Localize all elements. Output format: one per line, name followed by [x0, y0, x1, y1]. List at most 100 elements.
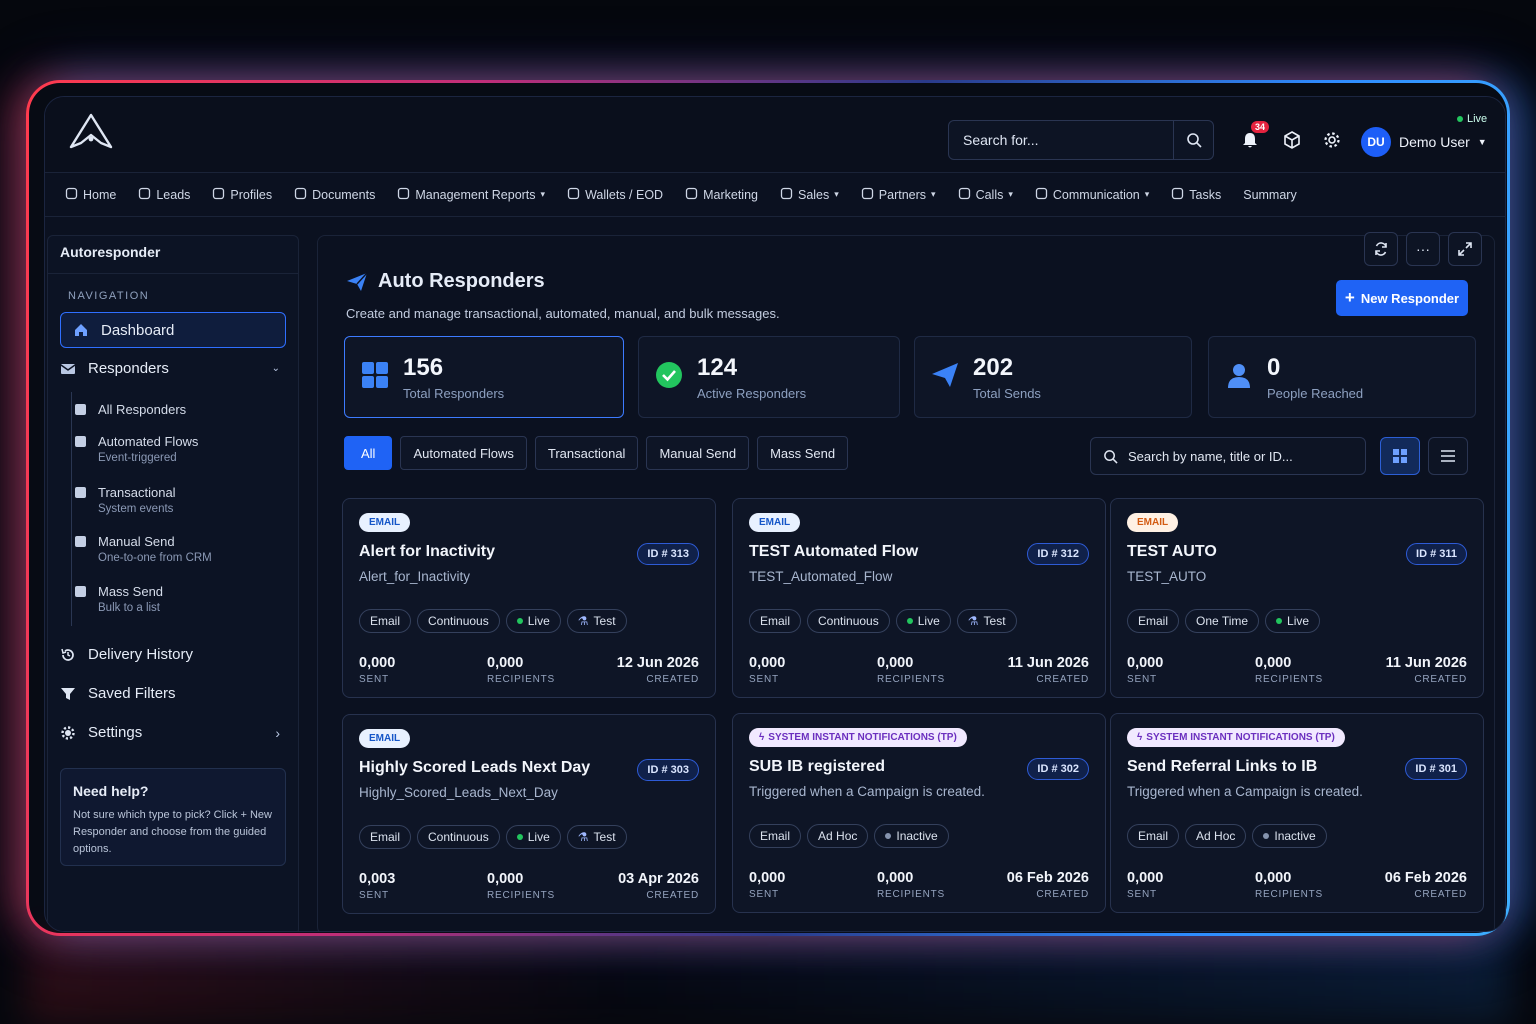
sidebar-sub-item-transactional[interactable]: Transactional System events — [75, 485, 176, 515]
global-search-input[interactable] — [949, 132, 1173, 148]
metric-value: 0,000 — [749, 655, 786, 671]
refresh-button[interactable] — [1364, 232, 1398, 266]
sidebar-sub-item-all-responders[interactable]: All Responders — [75, 402, 186, 417]
nav-item-calls[interactable]: Calls ▾ — [958, 187, 1013, 203]
tab-transactional[interactable]: Transactional — [534, 436, 639, 470]
metric-value: 11 Jun 2026 — [1385, 655, 1467, 671]
card-subtitle: Alert_for_Inactivity — [359, 569, 471, 584]
responder-card[interactable]: EMAIL ID # 303 Highly Scored Leads Next Da… — [342, 714, 716, 914]
sidebar-sub-label: Mass Send — [98, 584, 164, 599]
responder-card[interactable]: EMAIL ID # 311 TEST AUTO TEST_AUTO Email One … — [1110, 498, 1484, 698]
history-icon — [61, 648, 74, 661]
stat-label: Total Sends — [973, 385, 1041, 401]
card-title[interactable]: TEST Automated Flow — [749, 543, 918, 561]
metric-value: 0,000 — [749, 870, 786, 886]
responder-card[interactable]: EMAIL ID # 312 TEST Automated Flow TEST_Aut… — [732, 498, 1106, 698]
nav-item-home[interactable]: Home — [65, 187, 116, 203]
chip-continuous: Continuous — [417, 825, 500, 849]
card-title[interactable]: Alert for Inactivity — [359, 543, 495, 561]
nav-item-label: Leads — [156, 187, 191, 202]
stat-card-total-sends[interactable]: 202 Total Sends — [914, 336, 1192, 418]
phone-icon — [958, 187, 971, 203]
chip-label: Continuous — [818, 614, 879, 628]
megaphone-icon — [685, 187, 698, 203]
new-responder-button[interactable]: + New Responder — [1336, 280, 1468, 316]
tab-manual-send[interactable]: Manual Send — [646, 436, 750, 470]
chip-label: Live — [917, 614, 940, 628]
help-box: Need help? Not sure which type to pick? … — [60, 768, 286, 866]
card-subtitle: Triggered when a Campaign is created. — [1127, 784, 1363, 799]
chevron-down-icon: ▾ — [1144, 189, 1150, 199]
user-menu[interactable]: DU Demo User ▼ — [1361, 127, 1487, 157]
nav-item-communication[interactable]: Communication ▾ — [1035, 187, 1149, 203]
sidebar-item-delivery-history[interactable]: Delivery History — [60, 646, 193, 663]
card-title[interactable]: Highly Scored Leads Next Day — [359, 759, 590, 777]
responder-card[interactable]: ϟ SYSTEM INSTANT NOTIFICATIONS (TP) ID # 3… — [732, 713, 1106, 913]
card-title[interactable]: Send Referral Links to IB — [1127, 758, 1317, 776]
metric-value: 0,003 — [359, 871, 396, 887]
chevron-right-icon: › — [275, 724, 280, 741]
nav-item-profiles[interactable]: Profiles — [212, 187, 272, 203]
settings-button[interactable] — [1319, 127, 1345, 153]
nav-item-tasks[interactable]: Tasks — [1171, 187, 1221, 203]
list-view-button[interactable] — [1428, 437, 1468, 475]
search-icon — [1186, 133, 1202, 148]
metric-value: 12 Jun 2026 — [616, 655, 699, 671]
help-text: Not sure which type to pick? Click + New… — [73, 809, 272, 855]
nav-item-leads[interactable]: Leads — [138, 187, 190, 203]
tab-all[interactable]: All — [344, 436, 393, 470]
responder-card[interactable]: EMAIL ID # 313 Alert for Inactivity Alert_f… — [342, 498, 716, 698]
sidebar-item-saved-filters[interactable]: Saved Filters — [60, 685, 176, 702]
sidebar-item-responders[interactable]: Responders ⌄ — [60, 360, 286, 377]
sidebar-item-dashboard[interactable]: Dashboard — [60, 312, 286, 348]
type-badge-label: SYSTEM INSTANT NOTIFICATIONS (TP) — [1146, 732, 1335, 743]
stat-card-active-responders[interactable]: 124 Active Responders — [638, 336, 900, 418]
chip-email: Email — [359, 609, 412, 633]
check-circle-icon — [655, 361, 683, 394]
grid-view-button[interactable] — [1380, 437, 1420, 475]
chip-inactive: Inactive — [874, 824, 949, 848]
metric-created: 11 Jun 2026 CREATED — [1008, 655, 1089, 685]
metric-label: CREATED — [1414, 889, 1467, 900]
sidebar-sub-item-manual-send[interactable]: Manual Send One-to-one from CRM — [75, 534, 212, 564]
nav-item-label: Documents — [312, 187, 376, 202]
nav-item-documents[interactable]: Documents — [294, 187, 375, 203]
tab-mass-send[interactable]: Mass Send — [757, 436, 849, 470]
chip-email: Email — [1127, 824, 1180, 848]
stat-card-total-responders[interactable]: 156 Total Responders — [344, 336, 624, 418]
card-title[interactable]: SUB IB registered — [749, 758, 885, 776]
nav-item-partners[interactable]: Partners ▾ — [861, 187, 936, 203]
nav-item-summary[interactable]: Summary — [1243, 188, 1296, 202]
card-title[interactable]: TEST AUTO — [1127, 543, 1217, 561]
logo-icon[interactable] — [67, 113, 115, 151]
responder-card[interactable]: ϟ SYSTEM INSTANT NOTIFICATIONS (TP) ID # 3… — [1110, 713, 1484, 913]
top-header: 34 Live DU Demo User ▼ — [45, 97, 1505, 173]
cube-icon — [1284, 131, 1300, 149]
nav-item-sales[interactable]: Sales ▾ — [780, 187, 839, 203]
wallet-icon — [567, 187, 580, 203]
type-badge-label: EMAIL — [1137, 517, 1169, 528]
more-button[interactable]: ··· — [1406, 232, 1440, 266]
metric-label: CREATED — [646, 890, 699, 901]
fullscreen-button[interactable] — [1448, 232, 1482, 266]
nav-item-wallets-eod[interactable]: Wallets / EOD — [567, 187, 663, 203]
notifications-button[interactable]: 34 — [1237, 121, 1269, 153]
sidebar-sub-label: Automated Flows — [98, 434, 199, 449]
flow-icon — [74, 435, 88, 449]
new-responder-label: New Responder — [1360, 290, 1460, 306]
apps-button[interactable] — [1279, 127, 1305, 153]
sidebar-sub-item-automated-flows[interactable]: Automated Flows Event-triggered — [75, 434, 199, 464]
id-badge: ID # 303 — [637, 759, 699, 781]
responder-search-input[interactable] — [1128, 448, 1348, 464]
stat-value: 124 — [697, 353, 738, 381]
type-badge-label: EMAIL — [369, 733, 401, 744]
search-button[interactable] — [1173, 121, 1213, 159]
expand-icon — [1458, 242, 1472, 256]
chat-icon — [1035, 187, 1048, 203]
stat-card-people-reached[interactable]: 0 People Reached — [1208, 336, 1476, 418]
tab-automated-flows[interactable]: Automated Flows — [400, 436, 527, 470]
nav-item-marketing[interactable]: Marketing — [685, 187, 758, 203]
sidebar-sub-item-mass-send[interactable]: Mass Send Bulk to a list — [75, 584, 164, 614]
sidebar-item-settings[interactable]: Settings › — [60, 724, 286, 741]
nav-item-management-reports[interactable]: Management Reports ▾ — [397, 187, 545, 203]
